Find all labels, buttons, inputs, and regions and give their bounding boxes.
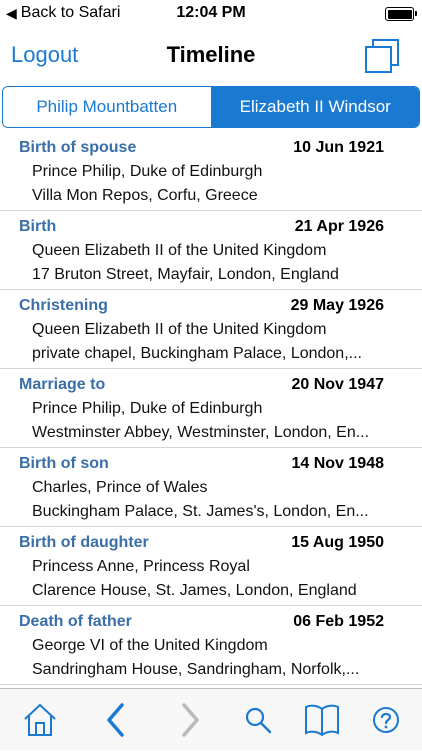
event-type: Birth — [19, 218, 57, 235]
forward-button[interactable] — [160, 689, 220, 751]
event-type: Birth of son — [19, 455, 109, 472]
event-type: Marriage to — [19, 376, 106, 393]
timeline-event[interactable]: Birth of daughter 15 Aug 1950 Princess A… — [0, 527, 422, 606]
event-date: 06 Feb 1952 — [293, 613, 384, 630]
help-button[interactable] — [356, 689, 416, 751]
event-person: Prince Philip, Duke of Edinburgh — [32, 400, 263, 417]
bottom-toolbar — [0, 688, 422, 750]
nav-bar: Logout Timeline — [0, 28, 422, 84]
timeline-event[interactable]: Christening 29 May 1926 Queen Elizabeth … — [0, 290, 422, 369]
timeline-event[interactable]: Marriage to 20 Nov 1947 Prince Philip, D… — [0, 369, 422, 448]
back-button[interactable] — [86, 689, 146, 751]
event-place: Villa Mon Repos, Corfu, Greece — [32, 187, 258, 204]
event-place: Sandringham House, Sandringham, Norfolk,… — [32, 661, 360, 678]
event-type: Birth of daughter — [19, 534, 149, 551]
search-button[interactable] — [228, 689, 288, 751]
event-place: private chapel, Buckingham Palace, Londo… — [32, 345, 362, 362]
segment-philip-mountbatten[interactable]: Philip Mountbatten — [3, 87, 212, 127]
event-person: Charles, Prince of Wales — [32, 479, 208, 496]
timeline-event[interactable]: Birth of son 14 Nov 1948 Charles, Prince… — [0, 448, 422, 527]
event-date: 15 Aug 1950 — [291, 534, 384, 551]
event-date: 20 Nov 1947 — [291, 376, 384, 393]
segment-elizabeth-windsor[interactable]: Elizabeth II Windsor — [211, 87, 419, 127]
event-person: George VI of the United Kingdom — [32, 637, 268, 654]
forward-icon — [182, 703, 199, 737]
home-button[interactable] — [10, 689, 70, 751]
status-time: 12:04 PM — [176, 4, 246, 21]
event-date: 14 Nov 1948 — [291, 455, 384, 472]
event-person: Queen Elizabeth II of the United Kingdom — [32, 242, 327, 259]
event-date: 10 Jun 1921 — [293, 139, 384, 156]
event-date: 21 Apr 1926 — [294, 218, 384, 235]
timeline-event[interactable]: Birth 21 Apr 1926 Queen Elizabeth II of … — [0, 211, 422, 290]
event-place: 17 Bruton Street, Mayfair, London, Engla… — [32, 266, 339, 283]
person-segmented-control: Philip Mountbatten Elizabeth II Windsor — [2, 86, 420, 128]
timeline-event[interactable]: Death of father 06 Feb 1952 George VI of… — [0, 606, 422, 685]
home-icon — [24, 703, 56, 736]
timeline-list[interactable]: Birth of spouse 10 Jun 1921 Prince Phili… — [0, 132, 422, 688]
status-bar: ◀ Back to Safari 12:04 PM — [0, 0, 422, 28]
battery-icon — [385, 7, 417, 21]
event-type: Birth of spouse — [19, 139, 137, 156]
event-type: Death of father — [19, 613, 132, 630]
page-title: Timeline — [166, 42, 256, 67]
event-person: Princess Anne, Princess Royal — [32, 558, 250, 575]
book-button[interactable] — [292, 689, 352, 751]
event-place: Buckingham Palace, St. James's, London, … — [32, 503, 369, 520]
event-person: Prince Philip, Duke of Edinburgh — [32, 163, 263, 180]
help-icon — [373, 707, 399, 733]
event-place: Clarence House, St. James, London, Engla… — [32, 582, 357, 599]
event-place: Westminster Abbey, Westminster, London, … — [32, 424, 370, 441]
event-type: Christening — [19, 297, 108, 314]
timeline-event[interactable]: Birth of spouse 10 Jun 1921 Prince Phili… — [0, 132, 422, 211]
event-date: 29 May 1926 — [290, 297, 384, 314]
back-icon — [107, 703, 124, 737]
copy-icon[interactable] — [364, 38, 400, 74]
search-icon — [245, 707, 272, 734]
book-icon — [305, 704, 339, 737]
event-person: Queen Elizabeth II of the United Kingdom — [32, 321, 327, 338]
